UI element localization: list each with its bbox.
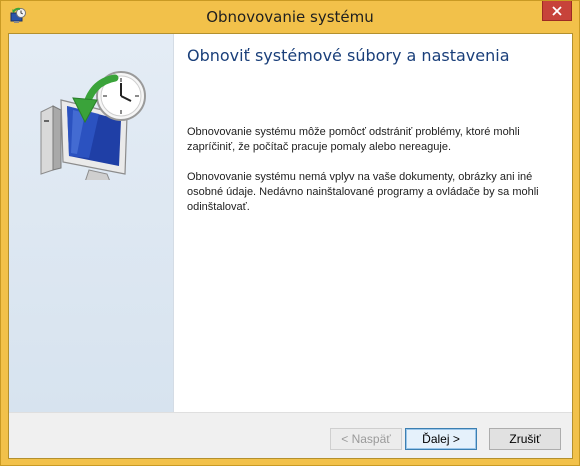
cancel-button[interactable]: Zrušiť	[489, 428, 561, 450]
wizard-side-panel	[9, 34, 174, 412]
page-heading: Obnoviť systémové súbory a nastavenia	[187, 46, 510, 65]
window-title: Obnovovanie systému	[206, 8, 374, 26]
back-button[interactable]: < Naspäť	[330, 428, 402, 450]
description-paragraph-1: Obnovovanie systému môže pomôcť odstráni…	[187, 126, 520, 153]
system-restore-window: Obnovovanie systému Obnoviť systémové sú…	[0, 0, 580, 466]
wizard-content: Obnoviť systémové súbory a nastavenia Ob…	[8, 33, 573, 459]
description-paragraph-2: Obnovovanie systému nemá vplyv na vaše d…	[187, 171, 539, 213]
next-button[interactable]: Ďalej >	[405, 428, 477, 450]
close-button[interactable]	[542, 1, 572, 21]
system-restore-computer-clock-icon	[39, 70, 149, 185]
title-bar[interactable]: Obnovovanie systému	[1, 1, 579, 33]
close-icon	[552, 5, 562, 16]
wizard-button-bar: < Naspäť Ďalej > Zrušiť	[9, 412, 572, 458]
